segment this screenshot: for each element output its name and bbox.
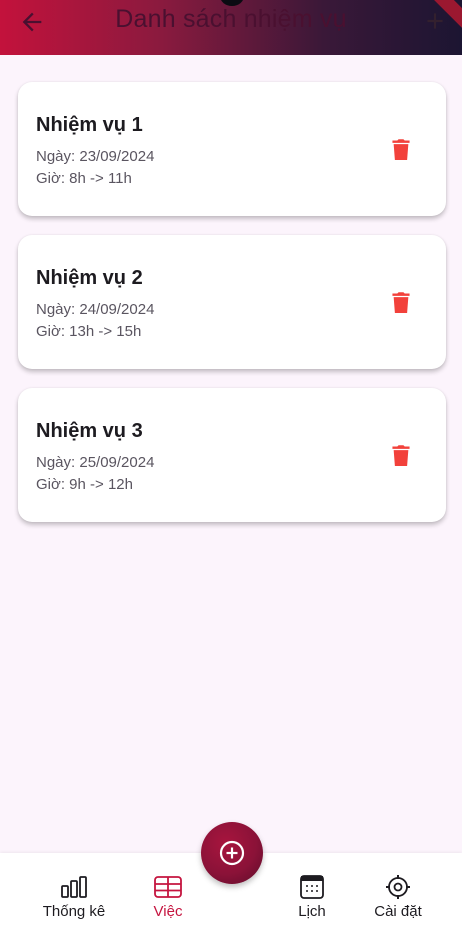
nav-item-settings[interactable]: Cài đặt bbox=[358, 873, 438, 920]
task-date: Ngày: 23/09/2024 bbox=[36, 148, 155, 165]
add-task-fab[interactable] bbox=[201, 822, 263, 884]
nav-item-statistics[interactable]: Thống kê bbox=[34, 873, 114, 920]
task-date: Ngày: 25/09/2024 bbox=[36, 454, 155, 471]
nav-label: Việc bbox=[153, 903, 183, 920]
nav-item-tasks[interactable]: Việc bbox=[128, 873, 208, 920]
calendar-icon bbox=[300, 875, 324, 899]
task-time: Giờ: 9h -> 12h bbox=[36, 476, 133, 493]
task-date: Ngày: 24/09/2024 bbox=[36, 301, 155, 318]
delete-icon[interactable] bbox=[391, 444, 411, 466]
task-time: Giờ: 13h -> 15h bbox=[36, 323, 142, 340]
add-icon[interactable] bbox=[422, 8, 448, 34]
nav-label: Cài đặt bbox=[374, 903, 422, 920]
add-circle-icon bbox=[219, 840, 245, 866]
nav-label: Thống kê bbox=[42, 903, 106, 920]
task-time: Giờ: 8h -> 11h bbox=[36, 170, 132, 187]
task-title: Nhiệm vụ 1 bbox=[36, 114, 143, 136]
task-title: Nhiệm vụ 3 bbox=[36, 420, 143, 442]
delete-icon[interactable] bbox=[391, 138, 411, 160]
task-card[interactable]: Nhiệm vụ 1 Ngày: 23/09/2024 Giờ: 8h -> 1… bbox=[18, 82, 446, 216]
settings-icon bbox=[386, 875, 410, 899]
task-title: Nhiệm vụ 2 bbox=[36, 267, 143, 289]
task-card[interactable]: Nhiệm vụ 2 Ngày: 24/09/2024 Giờ: 13h -> … bbox=[18, 235, 446, 369]
page-title: Danh sách nhiệm vụ bbox=[115, 5, 347, 33]
app-bar: Danh sách nhiệm vụ bbox=[0, 0, 462, 55]
nav-item-calendar[interactable]: Lịch bbox=[272, 873, 352, 920]
nav-label: Lịch bbox=[298, 903, 326, 920]
table-icon bbox=[154, 876, 182, 898]
bar-chart-icon bbox=[61, 876, 87, 898]
task-card[interactable]: Nhiệm vụ 3 Ngày: 25/09/2024 Giờ: 9h -> 1… bbox=[18, 388, 446, 522]
task-list: Nhiệm vụ 1 Ngày: 23/09/2024 Giờ: 8h -> 1… bbox=[18, 82, 446, 541]
delete-icon[interactable] bbox=[391, 291, 411, 313]
